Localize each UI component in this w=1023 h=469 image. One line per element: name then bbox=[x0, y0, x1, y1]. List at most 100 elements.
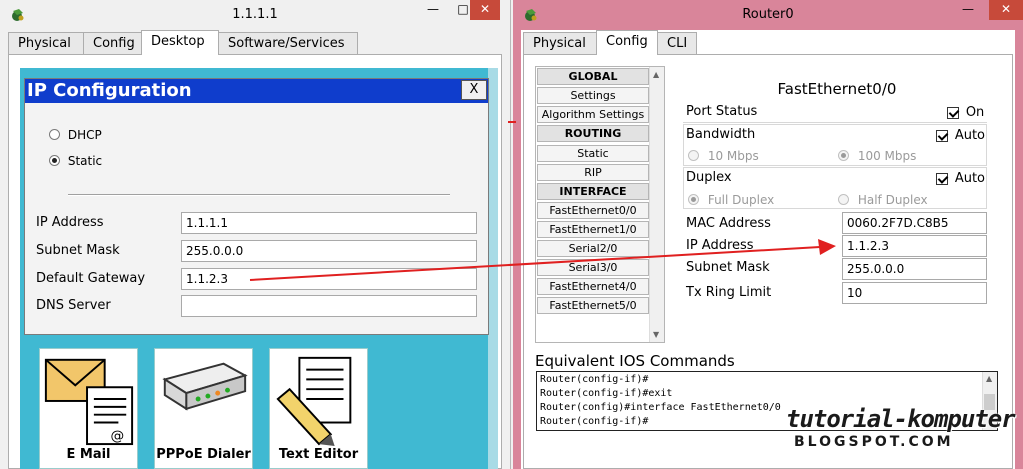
tx-ring-limit-label: Tx Ring Limit bbox=[686, 285, 772, 300]
sidebar-scrollbar[interactable]: ▲ ▼ bbox=[649, 67, 664, 342]
ios-line: Router(config-if)#exit bbox=[540, 388, 673, 399]
half-duplex-circle bbox=[838, 194, 849, 205]
bandwidth-auto-label: Auto bbox=[954, 128, 986, 143]
router-tab-cli[interactable]: CLI bbox=[657, 32, 697, 54]
scroll-down-icon[interactable]: ▼ bbox=[653, 330, 659, 339]
app-text-editor[interactable]: Text Editor bbox=[269, 348, 368, 469]
watermark: tutorial-komputer BLOGSPOT.COM bbox=[786, 404, 1022, 468]
scroll-up-icon[interactable]: ▲ bbox=[986, 374, 992, 383]
sidebar-item-static[interactable]: Static bbox=[537, 145, 649, 162]
close-icon: ✕ bbox=[479, 2, 491, 16]
close-icon: ✕ bbox=[1000, 2, 1012, 16]
svg-text:@: @ bbox=[111, 428, 125, 444]
ip-config-close-button[interactable]: X bbox=[461, 80, 487, 100]
port-on-label: On bbox=[965, 105, 985, 120]
ios-line: Router(config)#interface FastEthernet0/0 bbox=[540, 402, 781, 413]
watermark-line1: tutorial-komputer bbox=[786, 405, 1016, 433]
watermark-line2: BLOGSPOT.COM bbox=[794, 434, 954, 450]
maximize-icon: □ bbox=[457, 2, 469, 16]
router-ip-address-input[interactable]: 1.1.2.3 bbox=[842, 235, 987, 257]
default-gateway-label: Default Gateway bbox=[36, 271, 146, 286]
sidebar-item-fastethernet5-0[interactable]: FastEthernet5/0 bbox=[537, 297, 649, 314]
pppoe-dialer-icon bbox=[162, 362, 248, 411]
minimize-button[interactable]: — bbox=[418, 0, 448, 20]
dhcp-radio[interactable]: DHCP bbox=[49, 127, 102, 142]
minimize-icon: — bbox=[962, 2, 974, 16]
duplex-box: Duplex Auto Full Duplex Half Duplex bbox=[683, 167, 987, 209]
app-email-label: E Mail bbox=[66, 447, 111, 462]
sidebar-item-rip[interactable]: RIP bbox=[537, 164, 649, 181]
tab-config[interactable]: Config bbox=[83, 32, 145, 54]
dhcp-radio-circle bbox=[49, 129, 60, 140]
port-on-checkbox[interactable]: On bbox=[947, 105, 984, 120]
sidebar-item-fastethernet0-0[interactable]: FastEthernet0/0 bbox=[537, 202, 649, 219]
router-tab-physical[interactable]: Physical bbox=[523, 32, 599, 54]
port-status-label: Port Status bbox=[686, 104, 758, 119]
router-minimize-button[interactable]: — bbox=[953, 0, 983, 20]
bandwidth-auto-checkbox[interactable]: Auto bbox=[936, 128, 985, 143]
port-status-row: Port Status On bbox=[683, 102, 987, 123]
half-duplex-label: Half Duplex bbox=[857, 192, 928, 207]
sidebar-header-global: GLOBAL bbox=[537, 68, 649, 85]
bandwidth-label: Bandwidth bbox=[686, 127, 756, 142]
sidebar-item-fastethernet1-0[interactable]: FastEthernet1/0 bbox=[537, 221, 649, 238]
tx-ring-limit-input[interactable]: 10 bbox=[842, 282, 987, 304]
subnet-mask-label: Subnet Mask bbox=[36, 243, 120, 258]
mac-address-label: MAC Address bbox=[686, 216, 771, 231]
bw-100-label: 100 Mbps bbox=[857, 148, 917, 163]
pc-window: 1.1.1.1 — □ ✕ Physical Config Desktop So… bbox=[0, 0, 511, 469]
desktop-scrollbar[interactable] bbox=[488, 68, 498, 469]
ios-line: Router(config-if)# bbox=[540, 416, 649, 427]
tab-physical[interactable]: Physical bbox=[8, 32, 87, 54]
dns-server-label: DNS Server bbox=[36, 298, 111, 313]
app-email[interactable]: @ E Mail bbox=[39, 348, 138, 469]
ios-commands-title: Equivalent IOS Commands bbox=[535, 352, 735, 370]
ip-config-title: IP Configuration bbox=[27, 80, 192, 101]
port-on-check bbox=[947, 106, 959, 119]
full-duplex-radio[interactable]: Full Duplex bbox=[688, 192, 774, 207]
ip-config-close-icon: X bbox=[469, 82, 479, 97]
ip-config-dialog: IP Configuration X DHCP Static IP Addres… bbox=[24, 78, 489, 335]
tab-software-services[interactable]: Software/Services bbox=[218, 32, 358, 54]
duplex-auto-checkbox[interactable]: Auto bbox=[936, 171, 985, 186]
full-duplex-circle bbox=[688, 194, 699, 205]
sidebar-item-serial3-0[interactable]: Serial3/0 bbox=[537, 259, 649, 276]
bw-100-radio[interactable]: 100 Mbps bbox=[838, 148, 916, 163]
tab-desktop[interactable]: Desktop bbox=[141, 30, 219, 55]
interface-title: FastEthernet0/0 bbox=[777, 80, 897, 98]
default-gateway-input[interactable]: 1.1.2.3 bbox=[181, 268, 477, 290]
bw-10-radio[interactable]: 10 Mbps bbox=[688, 148, 759, 163]
router-close-button[interactable]: ✕ bbox=[989, 0, 1023, 20]
static-radio[interactable]: Static bbox=[49, 153, 102, 168]
subnet-mask-input[interactable]: 255.0.0.0 bbox=[181, 240, 477, 262]
sidebar-item-fastethernet4-0[interactable]: FastEthernet4/0 bbox=[537, 278, 649, 295]
pc-titlebar: 1.1.1.1 — □ ✕ bbox=[0, 0, 510, 30]
scroll-up-icon[interactable]: ▲ bbox=[653, 70, 659, 79]
full-duplex-label: Full Duplex bbox=[707, 192, 775, 207]
router-titlebar: Router0 — ✕ bbox=[513, 0, 1023, 30]
half-duplex-radio[interactable]: Half Duplex bbox=[838, 192, 928, 207]
app-pppoe-dialer-label: PPPoE Dialer bbox=[156, 447, 251, 462]
bw-10-circle bbox=[688, 150, 699, 161]
email-icon: @ bbox=[44, 358, 134, 446]
ip-address-input[interactable]: 1.1.1.1 bbox=[181, 212, 477, 234]
router-ip-address-label: IP Address bbox=[686, 238, 754, 253]
duplex-auto-check bbox=[936, 172, 948, 185]
sidebar-item-algorithm-settings[interactable]: Algorithm Settings bbox=[537, 106, 649, 123]
close-button[interactable]: ✕ bbox=[470, 0, 500, 20]
router-tab-config[interactable]: Config bbox=[596, 30, 658, 55]
minimize-icon: — bbox=[427, 2, 439, 16]
duplex-label: Duplex bbox=[686, 170, 732, 185]
sidebar-item-serial2-0[interactable]: Serial2/0 bbox=[537, 240, 649, 257]
ios-line: Router(config-if)# bbox=[540, 374, 649, 385]
bandwidth-auto-check bbox=[936, 129, 948, 142]
bandwidth-box: Bandwidth Auto 10 Mbps 100 Mbps bbox=[683, 124, 987, 166]
router-window-title: Router0 bbox=[742, 7, 794, 22]
dns-server-input[interactable] bbox=[181, 295, 477, 317]
ip-config-titlebar: IP Configuration X bbox=[25, 79, 488, 103]
bw-10-label: 10 Mbps bbox=[707, 148, 759, 163]
app-pppoe-dialer[interactable]: PPPoE Dialer bbox=[154, 348, 253, 469]
router-subnet-mask-input[interactable]: 255.0.0.0 bbox=[842, 258, 987, 280]
mac-address-input[interactable]: 0060.2F7D.C8B5 bbox=[842, 212, 987, 234]
sidebar-item-settings[interactable]: Settings bbox=[537, 87, 649, 104]
